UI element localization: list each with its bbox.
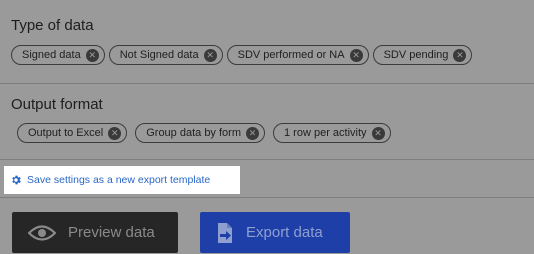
actions-section: Preview data Export data (0, 197, 534, 254)
preview-data-button[interactable]: Preview data (12, 212, 178, 253)
chip-sdv-pending: SDV pending ✕ (372, 45, 473, 65)
remove-chip-icon[interactable]: ✕ (349, 48, 363, 62)
type-of-data-heading: Type of data (11, 17, 94, 34)
output-format-section: Output format Output to Excel ✕ Group da… (0, 84, 534, 160)
remove-chip-icon[interactable]: ✕ (453, 48, 467, 62)
chip-label: Group data by form (146, 127, 241, 139)
chip-group-data-by-form: Group data by form ✕ (135, 123, 265, 143)
type-of-data-chips: Signed data ✕ Not Signed data ✕ SDV perf… (11, 45, 473, 65)
export-file-icon (216, 222, 234, 244)
chip-label: Signed data (22, 49, 81, 61)
chip-label: Not Signed data (119, 49, 199, 61)
save-template-section: Save settings as a new export template (0, 160, 534, 197)
chip-label: 1 row per activity (284, 127, 367, 139)
remove-chip-icon[interactable]: ✕ (108, 126, 122, 140)
save-template-label: Save settings as a new export template (27, 174, 211, 186)
chip-sdv-performed: SDV performed or NA ✕ (226, 45, 369, 65)
chip-not-signed-data: Not Signed data ✕ (108, 45, 223, 65)
remove-chip-icon[interactable]: ✕ (203, 48, 217, 62)
remove-chip-icon[interactable]: ✕ (371, 126, 385, 140)
gear-icon (10, 174, 22, 186)
eye-icon (28, 224, 56, 241)
output-format-chips: Output to Excel ✕ Group data by form ✕ 1… (17, 123, 391, 143)
chip-label: Output to Excel (28, 127, 104, 139)
chip-label: SDV pending (383, 49, 449, 61)
preview-data-label: Preview data (68, 224, 155, 241)
chip-label: SDV performed or NA (237, 49, 345, 61)
chip-output-to-excel: Output to Excel ✕ (17, 123, 128, 143)
save-template-link[interactable]: Save settings as a new export template (4, 166, 240, 194)
chip-signed-data: Signed data ✕ (11, 45, 105, 65)
remove-chip-icon[interactable]: ✕ (246, 126, 259, 140)
chip-one-row-per-activity: 1 row per activity ✕ (273, 123, 391, 143)
remove-chip-icon[interactable]: ✕ (85, 48, 99, 62)
output-format-heading: Output format (11, 96, 103, 113)
export-data-button[interactable]: Export data (200, 212, 350, 253)
type-of-data-section: Type of data Signed data ✕ Not Signed da… (0, 0, 534, 84)
export-data-label: Export data (246, 224, 323, 241)
